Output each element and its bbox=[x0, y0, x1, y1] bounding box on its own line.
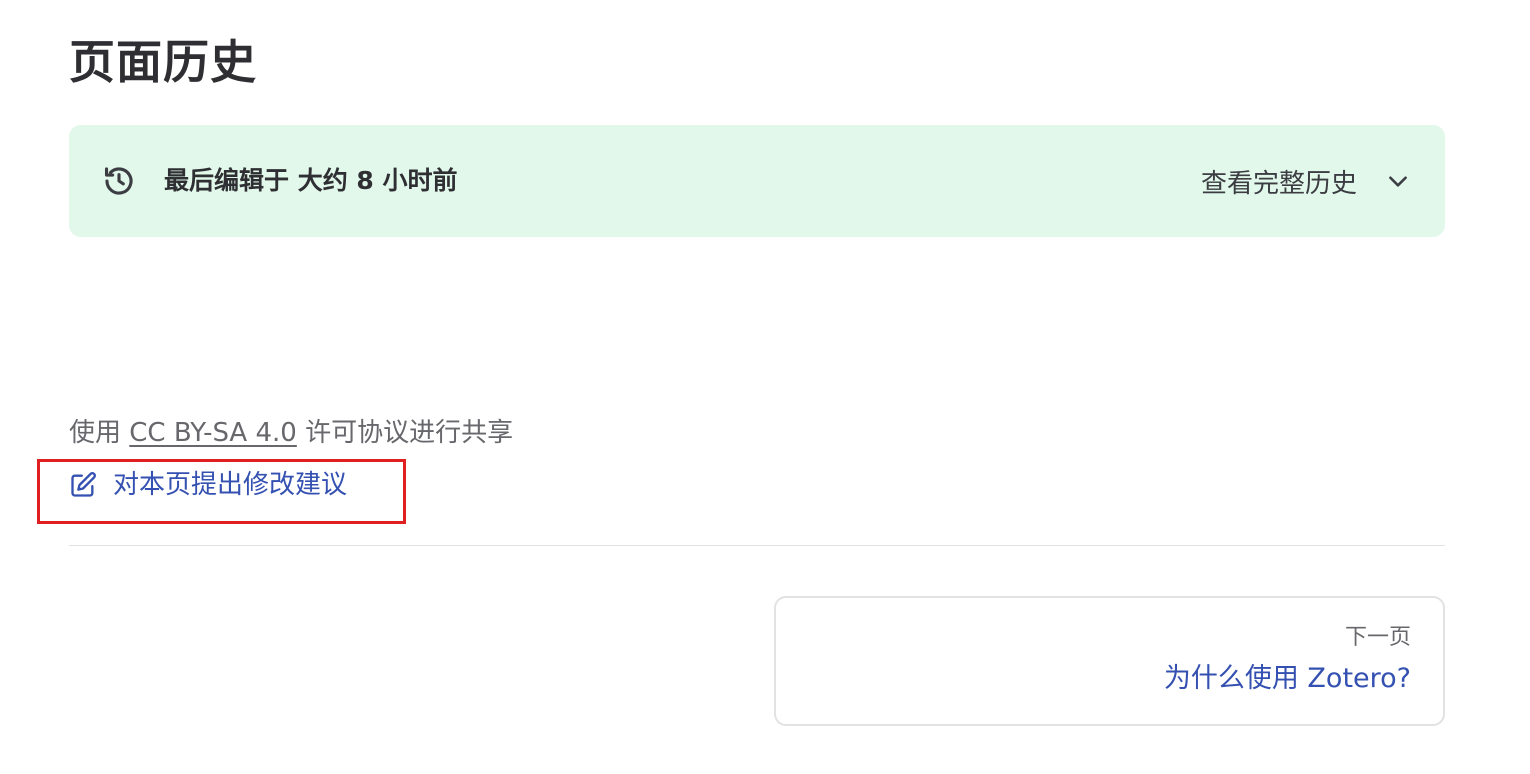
license-notice: 使用 CC BY-SA 4.0 许可协议进行共享 bbox=[69, 414, 513, 452]
edit-icon[interactable] bbox=[69, 471, 97, 499]
page-title: 页面历史 bbox=[69, 35, 257, 89]
next-page-link[interactable]: 下一页 为什么使用 Zotero? bbox=[774, 596, 1445, 726]
view-full-history-label[interactable]: 查看完整历史 bbox=[1201, 163, 1357, 200]
page: 页面历史 最后编辑于 大约 8 小时前 查看完整历史 使用 CC BY-SA 4… bbox=[0, 0, 1530, 774]
license-prefix: 使用 bbox=[69, 418, 122, 448]
history-icon bbox=[104, 167, 133, 195]
license-link[interactable]: CC BY-SA 4.0 bbox=[129, 418, 297, 448]
license-suffix: 许可协议进行共享 bbox=[305, 418, 514, 448]
next-page-title[interactable]: 为什么使用 Zotero? bbox=[1164, 660, 1411, 698]
suggest-edit-link[interactable]: 对本页提出修改建议 bbox=[69, 466, 347, 504]
next-page-desc: 下一页 bbox=[1344, 625, 1411, 650]
divider bbox=[69, 545, 1445, 546]
last-edited-panel: 最后编辑于 大约 8 小时前 查看完整历史 bbox=[69, 125, 1445, 237]
last-edited-text: 最后编辑于 大约 8 小时前 bbox=[164, 166, 458, 195]
view-full-history-toggle[interactable]: 查看完整历史 bbox=[1201, 159, 1411, 203]
chevron-down-icon[interactable] bbox=[1385, 168, 1411, 194]
suggest-edit-label[interactable]: 对本页提出修改建议 bbox=[113, 466, 347, 504]
